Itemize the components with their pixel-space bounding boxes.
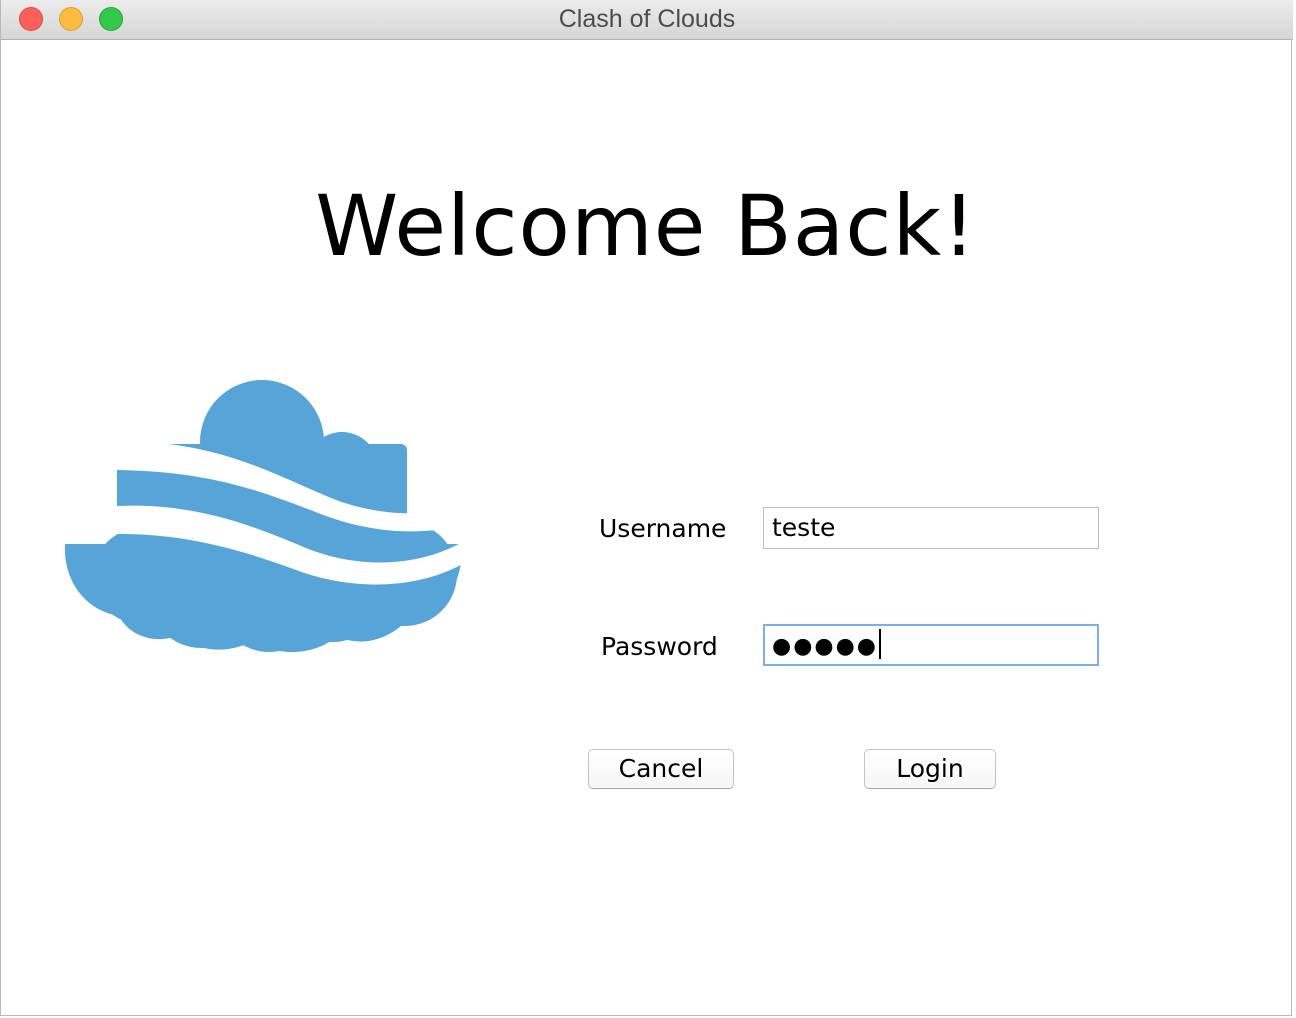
username-field[interactable]: teste <box>763 507 1099 549</box>
text-caret <box>878 629 881 659</box>
password-value: ●●●●● <box>772 634 878 659</box>
cloud-logo-icon <box>64 380 462 653</box>
app-window: Clash of Clouds Welcome Back! Username t… <box>0 0 1293 1016</box>
username-label: Username <box>599 514 727 543</box>
login-button[interactable]: Login <box>864 749 996 789</box>
window-title: Clash of Clouds <box>558 5 736 33</box>
cancel-button[interactable]: Cancel <box>588 749 734 789</box>
title-bar[interactable]: Clash of Clouds <box>1 0 1293 40</box>
username-value: teste <box>772 513 836 542</box>
welcome-heading: Welcome Back! <box>315 177 977 275</box>
password-label: Password <box>601 632 718 661</box>
password-field[interactable]: ●●●●● <box>763 624 1099 666</box>
